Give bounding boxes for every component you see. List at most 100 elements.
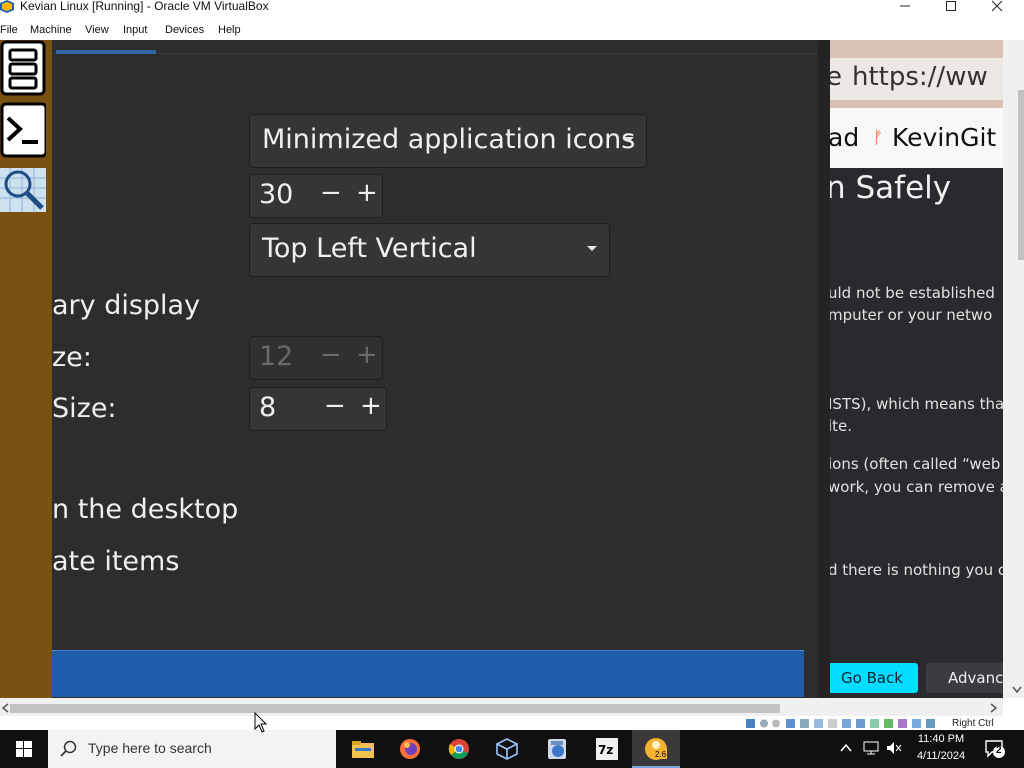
search-placeholder: Type here to search [88,740,212,756]
position-combo-value: Top Left Vertical [262,233,477,264]
small-size-spinner[interactable]: 8 − + [249,387,387,431]
dock-item-files[interactable] [0,40,46,96]
dock-panel [0,40,52,698]
vertical-scroll-thumb[interactable] [1018,90,1024,260]
taskbar-chrome[interactable] [434,730,482,768]
terminal-icon [0,102,48,158]
small-size-value: 8 [259,392,277,423]
guest-display[interactable]: Minimized application icons 30 − + Top L… [0,40,1003,698]
error-text-line-3: ISTS), which means that [830,395,1003,413]
vbox-vertical-scrollbar[interactable] [1003,40,1024,698]
minimize-button[interactable] [882,0,928,14]
tray-chevron-up-icon[interactable] [840,743,852,753]
maximize-button[interactable] [928,0,974,14]
icon-size-increment[interactable]: + [356,178,378,208]
taskbar-firefox[interactable] [386,730,434,768]
url-prefix: e [830,62,842,92]
error-text-line-1: uld not be established [830,284,995,302]
bookmark-favicon-icon: ᚠ [873,128,884,148]
bookmark-left[interactable]: ad [830,123,859,152]
app-version-badge: 2.6 [654,750,668,759]
error-text-line-4: ite. [830,417,853,435]
status-device-icons [746,719,935,728]
scroll-right-icon[interactable] [990,703,998,713]
disabled-size-increment: + [356,340,378,370]
menu-file[interactable]: File [0,24,18,36]
scroll-down-icon[interactable] [1012,686,1022,694]
disabled-size-decrement: − [320,340,342,370]
taskbar-search-box[interactable]: Type here to search [48,730,336,768]
windows-logo-icon [16,741,32,757]
icon-size-value: 30 [259,179,294,210]
horizontal-scroll-thumb[interactable] [10,704,780,713]
mouse-cursor-icon [254,712,268,733]
window-titlebar[interactable]: Kevian Linux [Running] - Oracle VM Virtu… [0,0,1024,14]
minimized-icons-combo[interactable]: Minimized application icons [249,114,647,168]
settings-panel: Minimized application icons 30 − + Top L… [52,40,818,698]
scroll-left-icon[interactable] [1,703,9,713]
clock-time: 11:40 PM [917,733,965,745]
icon-size-spinner[interactable]: 30 − + [249,174,383,218]
settings-scrollbar[interactable] [818,40,830,698]
taskbar-7zip[interactable]: 7z [582,730,630,768]
dock-item-terminal[interactable] [0,102,48,158]
7zip-icon: 7z [596,738,618,760]
menu-help[interactable]: Help [218,24,241,36]
vbox-status-bar: Right Ctrl [740,716,1024,730]
small-size-decrement[interactable]: − [324,391,346,421]
taskbar-file-explorer[interactable] [338,730,386,768]
dock-item-search[interactable] [0,164,46,220]
windows-taskbar: Type here to search 7z 2.6 11:40 PM 4/11… [0,730,1024,768]
menu-view[interactable]: View [85,24,109,36]
error-text-line-6: work, you can remove an [830,478,1003,496]
small-size-increment[interactable]: + [360,391,382,421]
close-button[interactable] [974,0,1020,14]
notification-icon [985,740,1005,758]
taskbar-clock[interactable]: 11:40 PM 4/11/2024 [908,731,974,765]
desktop-label: n the desktop [52,494,239,525]
taskbar-app-5[interactable] [532,730,580,768]
notifications-button[interactable]: 2 [984,738,1006,760]
volume-muted-icon[interactable] [886,741,902,755]
browser-window: e https://ww ad ᚠ KevinGit n Safely uld … [830,40,1003,698]
menu-input[interactable]: Input [123,24,147,36]
size-label-1: ze: [52,342,92,373]
position-combo[interactable]: Top Left Vertical [249,223,610,277]
chrome-icon [448,739,469,759]
svg-text:7z: 7z [598,743,613,757]
firefox-icon [400,739,420,759]
search-icon [60,740,77,757]
magnifier-icon [0,168,46,212]
tab-separator [52,53,818,54]
url-text[interactable]: https://ww [852,62,988,92]
active-tab-indicator [56,50,156,54]
go-back-button[interactable]: Go Back [830,663,918,693]
cube-icon [496,738,518,760]
minimized-icons-combo-value: Minimized application icons [262,124,636,155]
bottom-action-bar[interactable] [52,650,804,697]
error-text-line-5: ions (often called “web [830,455,1001,473]
advanced-button[interactable]: Advanc [926,663,1003,693]
menu-devices[interactable]: Devices [165,24,204,36]
network-icon[interactable] [863,741,879,755]
menu-machine[interactable]: Machine [30,24,72,36]
error-heading: n Safely [830,170,952,206]
taskbar-active-app[interactable]: 2.6 [632,730,680,768]
vbox-horizontal-scrollbar[interactable] [0,698,1003,716]
disabled-size-spinner: 12 − + [249,336,383,380]
clock-date: 4/11/2024 [916,750,966,762]
close-icon [991,0,1003,12]
disabled-size-value: 12 [259,341,294,372]
items-label: ate items [52,546,180,577]
icon-size-decrement[interactable]: − [320,178,342,208]
calculator-icon [548,739,566,759]
taskbar-virtualbox[interactable] [482,730,530,768]
minimize-icon [900,5,910,7]
virtualbox-icon [0,0,14,13]
bookmark-kevingit[interactable]: KevinGit [892,123,996,152]
vbox-menubar: File Machine View Input Devices Help [0,22,1024,40]
chevron-down-icon [587,246,597,251]
error-text-line-7: d there is nothing you ca [830,561,1003,579]
chevron-down-icon [624,137,634,142]
start-button[interactable] [0,730,48,768]
